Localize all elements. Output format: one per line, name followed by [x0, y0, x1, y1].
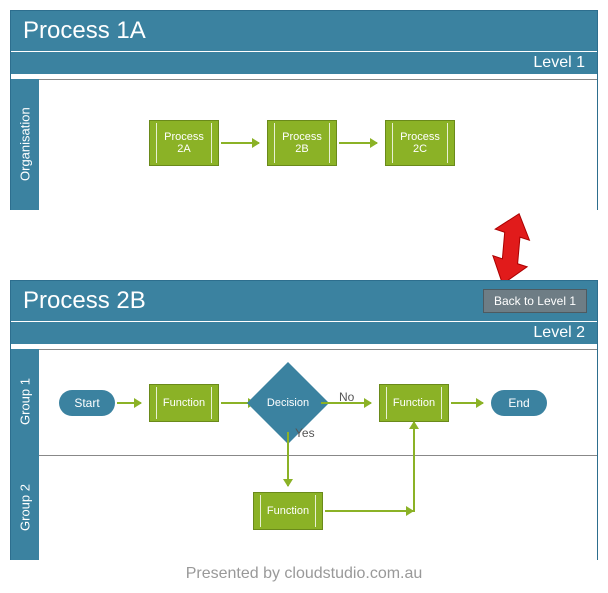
function-2-box: Function [379, 384, 449, 422]
function-3-box: Function [253, 492, 323, 530]
process-2c-box: Process 2C [385, 120, 455, 166]
arrow-p2b-p2c [339, 142, 377, 144]
arrow-f2-end [451, 402, 483, 404]
panel2-lane2-label: Group 2 [11, 455, 39, 560]
panel-level2: Process 2B Back to Level 1 Level 2 Group… [10, 280, 598, 560]
arrow-f3-right [325, 510, 413, 512]
panel1-lane-label: Organisation [11, 79, 39, 210]
arrow-decision-f2 [321, 402, 371, 404]
panel2-header: Process 2B Back to Level 1 [11, 281, 597, 321]
footer-credit: Presented by cloudstudio.com.au [0, 565, 608, 583]
panel2-level: Level 2 [11, 321, 597, 344]
start-terminator: Start [59, 390, 115, 416]
arrow-p2a-p2b [221, 142, 259, 144]
arrow-decision-f3 [287, 432, 289, 486]
process-2a-box: Process 2A [149, 120, 219, 166]
back-to-level1-button[interactable]: Back to Level 1 [483, 289, 587, 313]
panel2-lane1-label: Group 1 [11, 349, 39, 455]
yes-label: Yes [295, 426, 315, 440]
process-2b-box: Process 2B [267, 120, 337, 166]
panel2-lane2-body: Yes Function [39, 455, 597, 560]
decision-diamond: Decision [259, 374, 317, 432]
panel1-header: Process 1A [11, 11, 597, 51]
panel2-lane1-body: Start Function Decision No Function End [39, 349, 597, 455]
end-terminator: End [491, 390, 547, 416]
panel1-title: Process 1A [23, 17, 585, 45]
arrow-start-f1 [117, 402, 141, 404]
function-1-box: Function [149, 384, 219, 422]
panel-level1: Process 1A Level 1 Organisation Process … [10, 10, 598, 210]
panel1-level: Level 1 [11, 51, 597, 74]
panel1-lane-body: Process 2A Process 2B Process 2C [39, 79, 597, 210]
arrow-f3-up [413, 422, 415, 512]
drilldown-arrow-icon [478, 212, 538, 284]
